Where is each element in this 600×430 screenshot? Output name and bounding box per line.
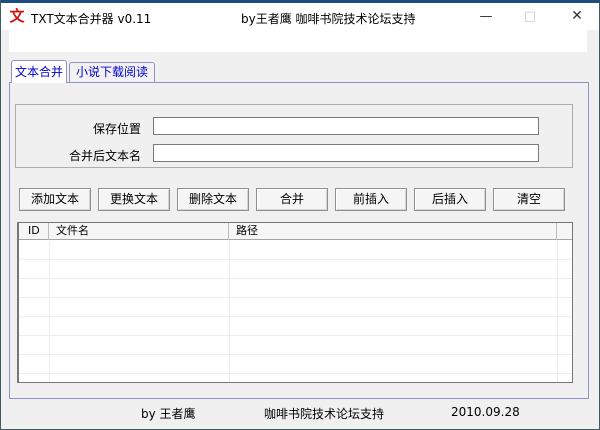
app-window: 文 TXT文本合并器 v0.11 by王者鹰 咖啡书院技术论坛支持 — □ ✕ … bbox=[0, 0, 600, 430]
footer-support: 咖啡书院技术论坛支持 bbox=[264, 407, 385, 421]
maximize-button: □ bbox=[523, 9, 537, 24]
merge-button[interactable]: 合并 bbox=[256, 188, 328, 211]
tab-novel-download[interactable]: 小说下载阅读 bbox=[69, 62, 155, 82]
blank-toolbar-strip bbox=[9, 30, 587, 52]
close-button[interactable]: ✕ bbox=[564, 3, 590, 30]
grid-line-vertical bbox=[229, 241, 230, 382]
grid-line-vertical bbox=[557, 241, 558, 382]
insert-before-button[interactable]: 前插入 bbox=[335, 188, 407, 211]
table-header-row: ID 文件名 路径 bbox=[19, 223, 572, 240]
add-text-button[interactable]: 添加文本 bbox=[19, 188, 91, 211]
column-header-filename[interactable]: 文件名 bbox=[49, 223, 229, 240]
merged-filename-input[interactable] bbox=[153, 144, 539, 162]
merged-filename-label: 合并后文本名 bbox=[68, 149, 141, 163]
footer-date: 2010.09.28 bbox=[451, 405, 520, 419]
file-list-table[interactable]: ID 文件名 路径 bbox=[17, 222, 573, 383]
column-header-blank bbox=[557, 223, 572, 240]
grid-line-vertical bbox=[49, 241, 50, 382]
table-body-empty[interactable] bbox=[19, 241, 572, 382]
app-icon: 文 bbox=[9, 7, 25, 25]
save-location-input[interactable] bbox=[153, 117, 539, 135]
minimize-button[interactable]: — bbox=[473, 3, 499, 30]
titlebar: 文 TXT文本合并器 v0.11 by王者鹰 咖啡书院技术论坛支持 — □ ✕ bbox=[1, 3, 599, 30]
insert-after-button[interactable]: 后插入 bbox=[414, 188, 486, 211]
column-header-id[interactable]: ID bbox=[19, 223, 49, 240]
footer-author: by 王者鹰 bbox=[141, 407, 196, 421]
clear-button[interactable]: 清空 bbox=[493, 188, 565, 211]
tab-text-merge[interactable]: 文本合并 bbox=[11, 60, 67, 83]
window-subtitle: by王者鹰 咖啡书院技术论坛支持 bbox=[241, 12, 416, 26]
delete-text-button[interactable]: 删除文本 bbox=[177, 188, 249, 211]
window-title: TXT文本合并器 v0.11 bbox=[31, 12, 152, 26]
save-location-label: 保存位置 bbox=[92, 122, 141, 136]
column-header-path[interactable]: 路径 bbox=[229, 223, 557, 240]
replace-text-button[interactable]: 更换文本 bbox=[98, 188, 170, 211]
